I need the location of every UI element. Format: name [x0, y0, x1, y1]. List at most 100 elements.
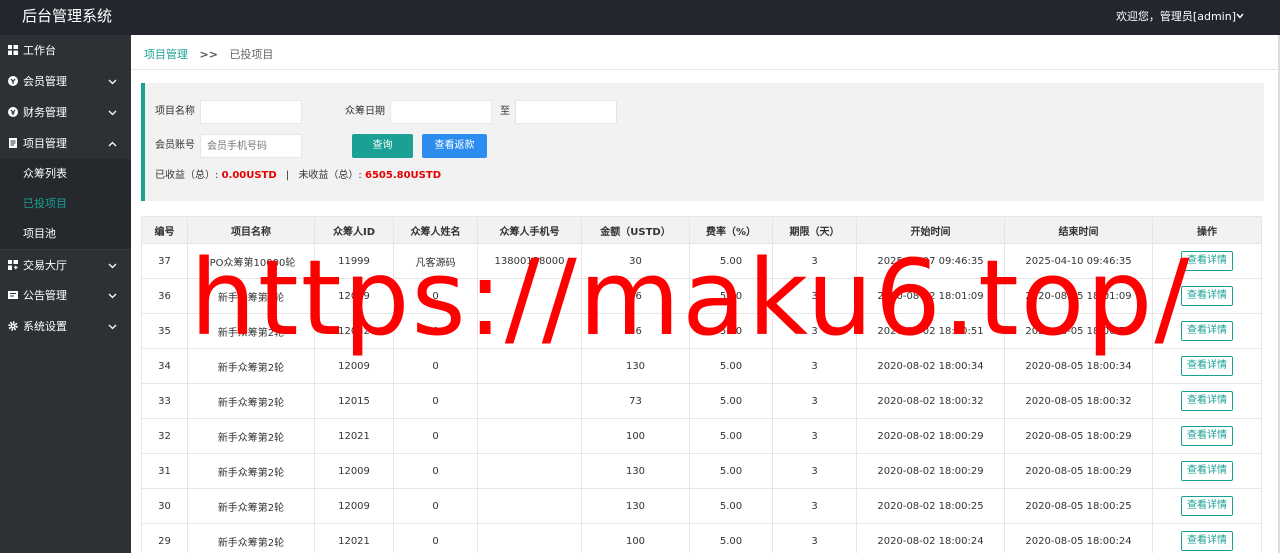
account-input[interactable] [200, 134, 302, 158]
chevron-down-icon [108, 263, 117, 269]
breadcrumb-separator: >> [199, 48, 218, 61]
table-cell: 35 [141, 313, 188, 349]
sidebar-item-settings[interactable]: 系统设置 [0, 311, 131, 342]
table-cell: 12021 [314, 523, 394, 553]
table-cell [477, 348, 582, 384]
finance-icon [8, 107, 18, 117]
sidebar-item-dashboard[interactable]: 工作台 [0, 35, 131, 66]
view-detail-button[interactable]: 查看详情 [1181, 321, 1233, 341]
view-detail-button[interactable]: 查看详情 [1181, 426, 1233, 446]
breadcrumb-parent-link[interactable]: 项目管理 [144, 48, 188, 61]
view-refund-button[interactable]: 查看返款 [422, 134, 487, 158]
table-cell: 3 [772, 243, 857, 279]
member-icon [8, 76, 18, 86]
table-cell: 2020-08-05 18:00:34 [1004, 348, 1153, 384]
view-detail-button[interactable]: 查看详情 [1181, 531, 1233, 551]
table-cell: 2020-08-02 18:00:25 [856, 488, 1005, 524]
start-date-input[interactable] [390, 100, 492, 124]
table-cell: 37 [141, 243, 188, 279]
sidebar-item-members[interactable]: 会员管理 [0, 66, 131, 97]
account-label: 会员账号 [155, 140, 195, 151]
view-detail-button[interactable]: 查看详情 [1181, 286, 1233, 306]
view-detail-button[interactable]: 查看详情 [1181, 251, 1233, 271]
user-menu[interactable]: 欢迎您，管理员[admin] [1116, 9, 1236, 25]
sidebar-subitem-crowdfund-list[interactable]: 众筹列表 [0, 159, 131, 189]
table-cell: 查看详情 [1152, 348, 1262, 384]
table-cell [477, 383, 582, 419]
column-header: 操作 [1152, 216, 1262, 244]
table-cell: 0 [393, 278, 478, 314]
table-cell: 29 [141, 523, 188, 553]
table-cell: 查看详情 [1152, 488, 1262, 524]
table-cell: 查看详情 [1152, 453, 1262, 489]
table-cell [477, 278, 582, 314]
project-submenu: 众筹列表 已投项目 项目池 [0, 159, 131, 249]
sidebar-item-trading[interactable]: 交易大厅 [0, 249, 131, 280]
table-cell: 12015 [314, 383, 394, 419]
table-cell: 2020-08-02 18:00:29 [856, 418, 1005, 454]
table-cell [477, 488, 582, 524]
earned-label: 已收益（总）: [155, 170, 219, 181]
end-date-input[interactable] [515, 100, 617, 124]
sidebar-item-label: 项目管理 [23, 137, 67, 150]
date-label: 众筹日期 [345, 106, 385, 117]
sidebar-item-finance[interactable]: 财务管理 [0, 97, 131, 128]
column-header: 众筹人ID [314, 216, 394, 244]
table-cell: 新手众筹第2轮 [187, 313, 315, 349]
table-cell: 31 [141, 453, 188, 489]
table-cell [477, 418, 582, 454]
trade-icon [8, 260, 18, 270]
table-cell: 3 [772, 348, 857, 384]
table-cell: 11999 [314, 243, 394, 279]
table-cell: 100 [581, 523, 690, 553]
table-cell: 3 [772, 278, 857, 314]
table-cell: 12009 [314, 278, 394, 314]
column-header: 编号 [141, 216, 188, 244]
view-detail-button[interactable]: 查看详情 [1181, 391, 1233, 411]
table-cell [477, 523, 582, 553]
table-row: 37 IPO众筹第10000轮 11999 凡客源码 13800138000 30 5.00… [141, 243, 1262, 279]
sidebar-item-label: 财务管理 [23, 106, 67, 119]
table-row: 31 新手众筹第2轮 12009 0 130 5.00 3 2020-08-02 18:00:… [141, 453, 1262, 489]
project-name-input[interactable] [200, 100, 302, 124]
table-cell: 查看详情 [1152, 278, 1262, 314]
chevron-down-icon[interactable] [1236, 12, 1244, 20]
view-detail-button[interactable]: 查看详情 [1181, 356, 1233, 376]
settings-icon [8, 321, 18, 331]
sidebar-item-notices[interactable]: 公告管理 [0, 280, 131, 311]
query-button[interactable]: 查询 [352, 134, 413, 158]
table-cell: 5.00 [689, 313, 773, 349]
view-detail-button[interactable]: 查看详情 [1181, 461, 1233, 481]
sidebar-item-projects[interactable]: 项目管理 [0, 128, 131, 159]
table-cell: 12009 [314, 488, 394, 524]
table-row: 32 新手众筹第2轮 12021 0 100 5.00 3 2020-08-02 18:00:… [141, 418, 1262, 454]
table-cell: 2020-08-05 18:00:29 [1004, 418, 1153, 454]
table-cell: 26 [581, 278, 690, 314]
table-cell: 3 [772, 383, 857, 419]
table-cell: 查看详情 [1152, 313, 1262, 349]
column-header: 众筹人手机号 [477, 216, 582, 244]
app-title: 后台管理系统 [22, 7, 113, 25]
date-to-label: 至 [500, 106, 510, 117]
table-cell: 2025-04-07 09:46:35 [856, 243, 1005, 279]
table-cell: 新手众筹第2轮 [187, 488, 315, 524]
table-cell: 查看详情 [1152, 418, 1262, 454]
invested-projects-table: 编号 项目名称 众筹人ID 众筹人姓名 众筹人手机号 金额（USTD） 费率（%… [141, 216, 1262, 553]
table-cell: 0 [393, 383, 478, 419]
table-cell: 3 [772, 418, 857, 454]
table-cell: 2020-08-05 18:00:24 [1004, 523, 1153, 553]
column-header: 项目名称 [187, 216, 315, 244]
column-header: 金额（USTD） [581, 216, 690, 244]
table-row: 34 新手众筹第2轮 12009 0 130 5.00 3 2020-08-02 18:00:… [141, 348, 1262, 384]
table-cell: 新手众筹第2轮 [187, 383, 315, 419]
table-cell: 32 [141, 418, 188, 454]
table-cell: 100 [581, 418, 690, 454]
table-cell: 5.00 [689, 453, 773, 489]
view-detail-button[interactable]: 查看详情 [1181, 496, 1233, 516]
sidebar-item-label: 工作台 [23, 44, 56, 57]
sidebar-subitem-project-pool[interactable]: 项目池 [0, 219, 131, 249]
search-panel: 项目名称 众筹日期 至 会员账号 查询 查看返款 已收益（总）: 0.00UST… [141, 83, 1264, 201]
sidebar-subitem-invested[interactable]: 已投项目 [0, 189, 131, 219]
table-cell: 5.00 [689, 383, 773, 419]
table-cell: 13800138000 [477, 243, 582, 279]
